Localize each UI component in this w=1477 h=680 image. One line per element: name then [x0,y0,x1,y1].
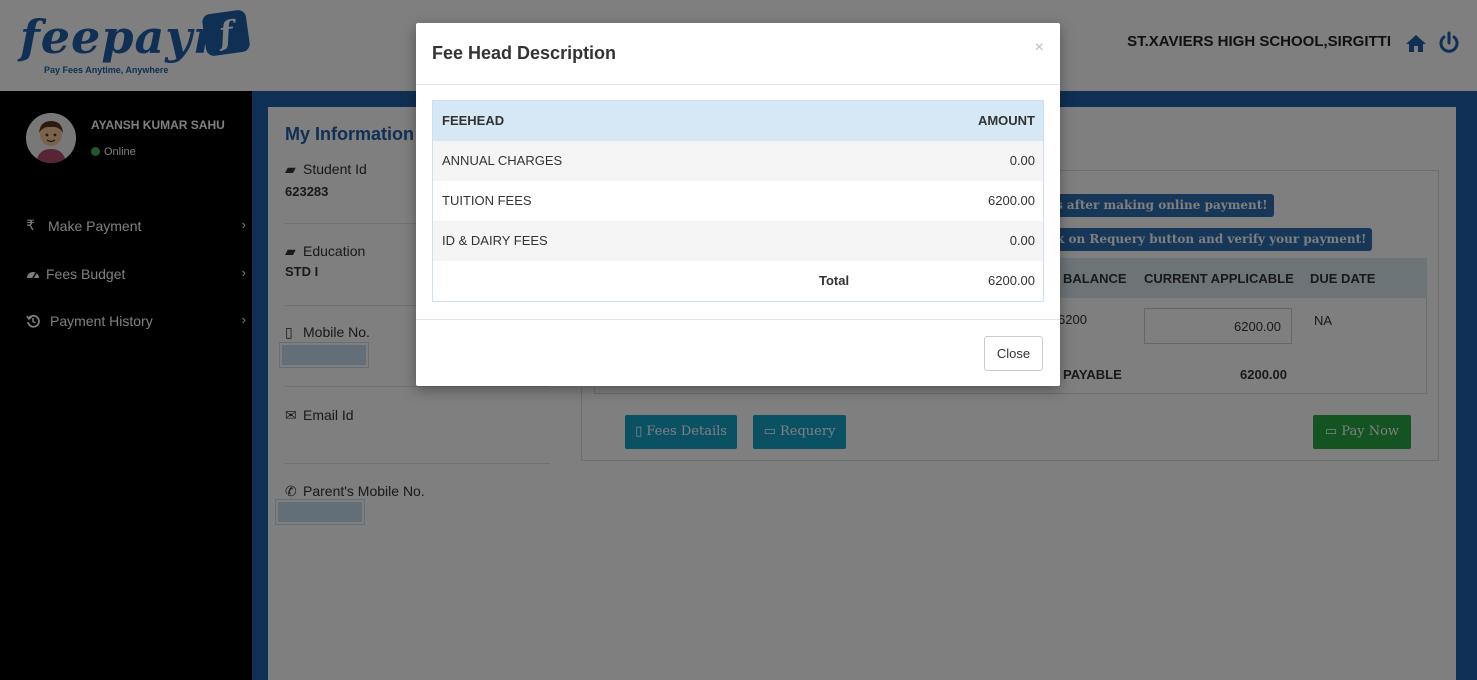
total-row: Total 6200.00 [433,261,1043,301]
fee-head-name: ANNUAL CHARGES [442,153,563,168]
fee-head-amount: 0.00 [1009,233,1035,248]
fee-head-table: FEEHEAD AMOUNT ANNUAL CHARGES 0.00 TUITI… [432,100,1044,302]
total-label: Total [819,273,850,288]
fee-head-amount: 0.00 [1009,153,1035,168]
fee-head-name: ID & DAIRY FEES [442,233,548,248]
close-button[interactable]: Close [984,336,1043,371]
modal-footer-divider [416,319,1060,320]
close-icon[interactable]: × [1035,39,1044,57]
col-feehead: FEEHEAD [442,113,505,128]
fee-head-amount: 6200.00 [988,193,1035,208]
table-row: ANNUAL CHARGES 0.00 [433,141,1043,181]
table-row: TUITION FEES 6200.00 [433,181,1043,221]
fee-head-modal: Fee Head Description × FEEHEAD AMOUNT AN… [416,23,1060,386]
fee-head-table-header: FEEHEAD AMOUNT [433,101,1043,141]
fee-head-name: TUITION FEES [442,193,532,208]
total-amount: 6200.00 [988,273,1035,288]
table-row: ID & DAIRY FEES 0.00 [433,221,1043,261]
col-amount: AMOUNT [977,113,1035,128]
modal-title: Fee Head Description [432,43,617,63]
modal-divider [416,84,1060,85]
